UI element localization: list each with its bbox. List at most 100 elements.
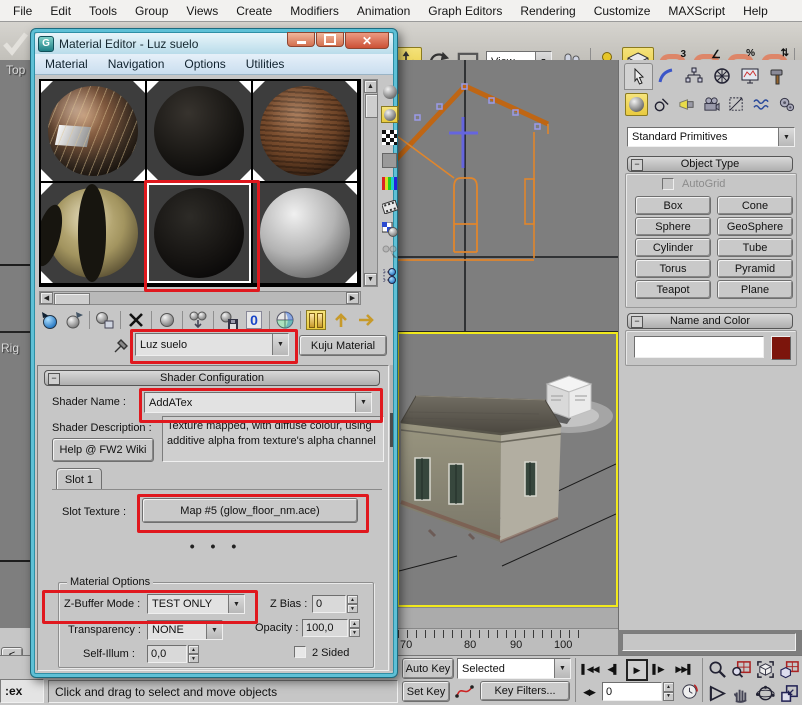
opacity-spinner[interactable]: ▲▼ [349,619,360,637]
maximize-button[interactable] [316,32,344,47]
material-name-dropdown[interactable]: Luz suelo [135,333,289,356]
transparency-dropdown[interactable]: NONE [147,620,223,640]
maxscript-mini-listener[interactable]: :ex [0,679,44,703]
previous-frame-button[interactable]: ◀▌ [605,662,621,676]
object-button-plane[interactable]: Plane [717,280,793,299]
slot-1-tab[interactable]: Slot 1 [56,468,102,490]
tab-motion[interactable] [708,63,735,88]
video-color-check-button[interactable] [381,175,398,192]
next-frame-button[interactable]: ▌▶ [650,662,666,676]
params-scroll-thumb[interactable] [390,413,393,447]
zoom-button[interactable] [707,659,728,680]
material-map-navigator-button[interactable] [381,267,398,284]
menu-modifiers[interactable]: Modifiers [281,2,348,20]
tab-display[interactable] [736,63,763,88]
auto-key-button[interactable]: Auto Key [402,658,454,679]
background-button[interactable] [381,129,398,146]
material-editor-titlebar[interactable]: G Material Editor - Luz suelo ✕ [35,33,393,54]
set-key-button[interactable]: Set Key [402,681,450,702]
options-button[interactable] [381,221,398,238]
scroll-up-icon[interactable]: ▲ [364,80,377,93]
get-material-button[interactable] [39,310,59,330]
current-frame-field[interactable]: 0 [602,682,662,701]
tab-hierarchy[interactable] [680,63,707,88]
category-geometry[interactable] [625,93,648,116]
zbias-field[interactable]: 0 [312,595,346,613]
menu-maxscript[interactable]: MAXScript [659,2,734,20]
sample-slot-5-selected[interactable] [147,183,251,283]
scroll-thumb[interactable] [54,293,90,305]
time-tag-field[interactable] [622,633,796,651]
collapse-icon[interactable]: − [48,373,60,385]
category-systems[interactable] [775,93,798,116]
menu-edit[interactable]: Edit [41,2,80,20]
sample-uv-tiling-button[interactable] [381,152,398,169]
put-material-to-scene-button[interactable] [64,310,84,330]
reset-map-button[interactable] [126,310,146,330]
zoom-extents-all-button[interactable] [779,659,800,680]
new-keyframe-mode-button[interactable] [455,681,475,701]
category-lights[interactable] [675,93,698,116]
make-material-copy-button[interactable] [157,310,177,330]
field-of-view-button[interactable] [707,683,728,704]
key-filters-button[interactable]: Key Filters... [480,681,570,701]
minimize-button[interactable] [287,32,315,47]
category-helpers[interactable] [725,93,748,116]
dropdown-arrow-icon[interactable] [228,595,244,613]
menu-customize[interactable]: Customize [585,2,660,20]
menu-help[interactable]: Help [734,2,777,20]
me-menu-options[interactable]: Options [174,55,235,73]
sample-slot-3[interactable] [253,81,357,181]
menu-views[interactable]: Views [177,2,227,20]
object-button-torus[interactable]: Torus [635,259,711,278]
zbias-spinner[interactable]: ▲▼ [347,595,358,613]
time-configuration-button[interactable] [680,682,700,702]
backlight-button[interactable] [381,106,398,123]
menu-graph-editors[interactable]: Graph Editors [419,2,511,20]
zbuffer-mode-dropdown[interactable]: TEST ONLY [147,594,245,614]
perspective-viewport[interactable] [397,332,618,607]
selection-set-dropdown[interactable]: Selected [457,658,571,679]
pick-material-button[interactable] [113,336,129,354]
object-button-pyramid[interactable]: Pyramid [717,259,793,278]
go-to-end-button[interactable]: ▶▶▌ [673,662,695,676]
go-to-start-button[interactable]: ▌◀◀ [580,662,600,676]
self-illum-field[interactable]: 0,0 [147,645,187,663]
maximize-viewport-toggle[interactable] [779,683,800,704]
track-bar-ruler[interactable]: 70 80 90 100 [398,628,618,656]
scroll-thumb[interactable] [365,94,378,118]
menu-tools[interactable]: Tools [80,2,126,20]
sample-slot-4[interactable] [41,183,145,283]
slots-horizontal-scrollbar[interactable]: ◀ ▶ [39,291,361,305]
make-preview-button[interactable] [381,198,398,215]
dropdown-arrow-icon[interactable] [206,621,222,639]
select-by-material-button[interactable] [381,244,398,261]
go-to-parent-button[interactable] [331,310,351,330]
object-button-geosphere[interactable]: GeoSphere [717,217,793,236]
dropdown-arrow-icon[interactable] [778,128,794,146]
shader-configuration-rollout[interactable]: − Shader Configuration [44,370,380,386]
self-illum-spinner[interactable]: ▲▼ [188,645,199,663]
object-button-cylinder[interactable]: Cylinder [635,238,711,257]
autogrid-checkbox[interactable] [662,178,674,190]
pan-button[interactable] [731,683,752,704]
shader-name-dropdown[interactable]: AddATex [144,392,372,413]
me-menu-navigation[interactable]: Navigation [98,55,175,73]
front-viewport-wireframe[interactable] [395,60,618,331]
material-editor-window[interactable]: G Material Editor - Luz suelo ✕ Material… [30,28,398,678]
object-button-box[interactable]: Box [635,196,711,215]
menu-rendering[interactable]: Rendering [511,2,584,20]
tab-modify[interactable] [652,63,679,88]
zoom-extents-button[interactable] [755,659,776,680]
dropdown-arrow-icon[interactable] [554,659,570,678]
show-end-result-button[interactable] [306,310,326,330]
tab-utilities[interactable] [764,63,791,88]
object-button-cone[interactable]: Cone [717,196,793,215]
primitives-category-dropdown[interactable]: Standard Primitives [627,127,795,147]
go-forward-to-sibling-button[interactable] [356,310,376,330]
object-button-teapot[interactable]: Teapot [635,280,711,299]
menu-create[interactable]: Create [227,2,281,20]
name-color-rollout-header[interactable]: − Name and Color [627,313,793,329]
show-map-in-viewport-button[interactable] [275,310,295,330]
me-menu-utilities[interactable]: Utilities [236,55,295,73]
